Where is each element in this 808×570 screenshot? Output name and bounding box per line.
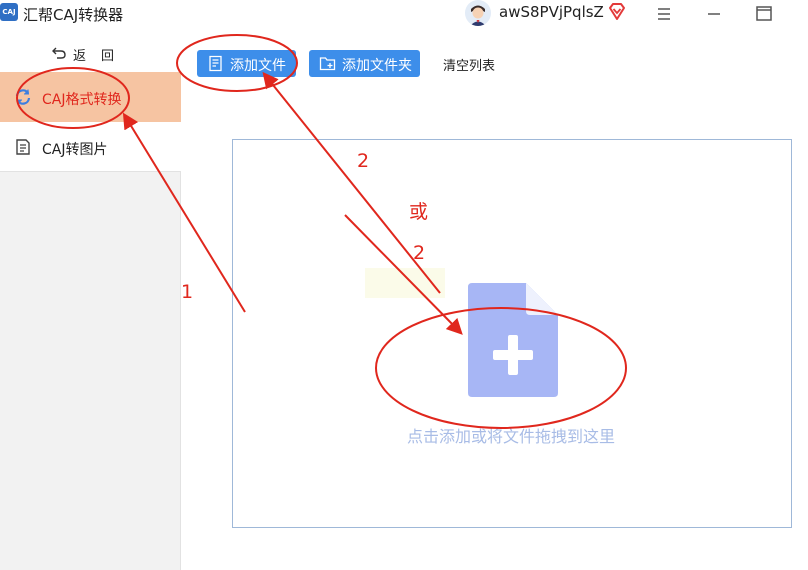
annotation-step-2-bottom: 2	[413, 242, 426, 264]
sidebar-item-label: CAJ转图片	[42, 142, 108, 158]
vip-diamond-icon[interactable]	[607, 2, 627, 22]
minimize-button[interactable]	[702, 2, 726, 26]
username[interactable]: awS8PVjPqlsZ	[499, 3, 604, 21]
maximize-button[interactable]	[752, 2, 776, 26]
document-icon	[16, 139, 30, 155]
add-file-label: 添加文件	[230, 58, 286, 74]
sidebar: 返 回 CAJ格式转换 CAJ转图片	[0, 33, 181, 570]
sidebar-item-caj-to-image[interactable]: CAJ转图片	[0, 122, 181, 172]
add-folder-button[interactable]: 添加文件夹	[309, 50, 420, 77]
app-logo: CAJ	[0, 3, 18, 21]
back-button[interactable]: 返 回	[0, 33, 181, 72]
convert-icon	[15, 89, 31, 105]
sidebar-item-caj-format-convert[interactable]: CAJ格式转换	[0, 72, 181, 122]
add-file-button[interactable]: 添加文件	[197, 50, 296, 77]
add-file-icon[interactable]	[468, 283, 558, 397]
back-arrow-icon	[52, 47, 66, 59]
title-bar: CAJ 汇帮CAJ转换器 awS8PVjPqlsZ	[0, 0, 808, 30]
menu-button[interactable]	[652, 2, 676, 26]
back-label-second: 回	[101, 49, 115, 64]
annotation-or: 或	[409, 201, 429, 223]
minimize-icon	[708, 13, 720, 15]
add-folder-label: 添加文件夹	[342, 58, 412, 74]
app-title: 汇帮CAJ转换器	[23, 6, 124, 24]
hamburger-menu-icon	[658, 8, 670, 20]
file-drop-zone[interactable]: 点击添加或将文件拖拽到这里	[232, 139, 792, 528]
user-avatar[interactable]	[465, 0, 491, 26]
faint-highlight	[365, 268, 445, 298]
file-list-icon	[209, 55, 222, 72]
annotation-step-1: 1	[181, 281, 194, 303]
back-label-first: 返	[73, 49, 89, 64]
app-window: CAJ 汇帮CAJ转换器 awS8PVjPqlsZ 返 回 CAJ格式转换 CA…	[0, 0, 808, 570]
annotation-step-2-top: 2	[357, 150, 370, 172]
folder-plus-icon	[319, 57, 336, 71]
drop-hint-text: 点击添加或将文件拖拽到这里	[406, 427, 615, 446]
sidebar-item-label: CAJ格式转换	[42, 92, 122, 108]
clear-list-button[interactable]: 清空列表	[443, 55, 495, 74]
maximize-icon	[756, 6, 772, 21]
